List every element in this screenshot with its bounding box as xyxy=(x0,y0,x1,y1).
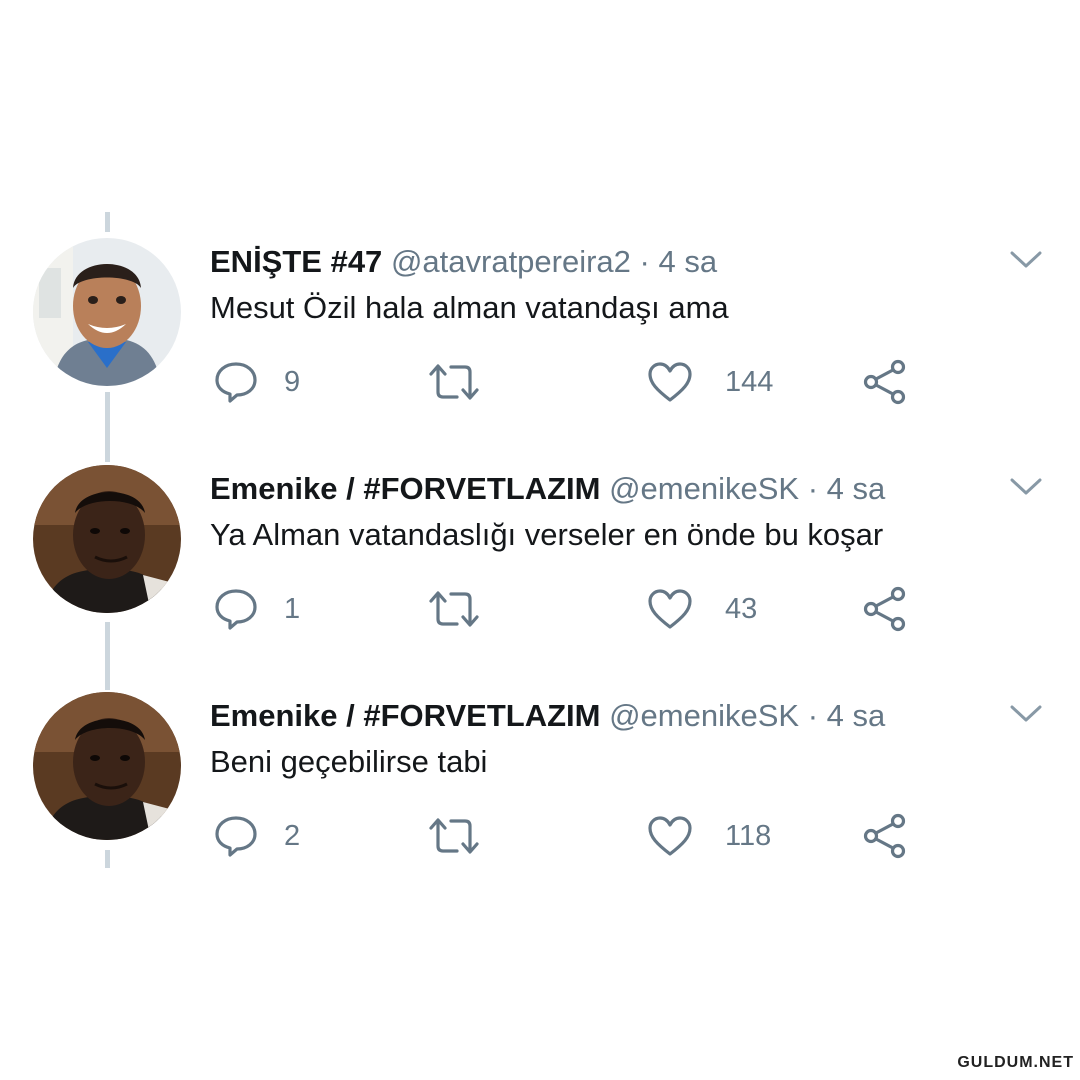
reply-count: 1 xyxy=(284,592,301,625)
timestamp[interactable]: 4 sa xyxy=(827,471,886,506)
tweet-actions: 1 43 xyxy=(214,585,934,633)
like-button[interactable]: 43 xyxy=(647,585,757,633)
reply-count: 9 xyxy=(284,365,301,398)
heart-icon xyxy=(647,361,693,403)
avatar[interactable] xyxy=(33,692,181,840)
timestamp[interactable]: 4 sa xyxy=(659,244,718,279)
reply-icon xyxy=(214,360,258,404)
reply-button[interactable]: 1 xyxy=(214,585,300,633)
chevron-down-icon[interactable] xyxy=(1008,475,1044,499)
share-icon xyxy=(862,813,908,859)
share-button[interactable] xyxy=(862,812,908,860)
reply-button[interactable]: 9 xyxy=(214,358,300,406)
tweet[interactable]: Emenike / #FORVETLAZIM @emenikeSK · 4 sa… xyxy=(0,465,1080,685)
watermark: GULDUM.NET xyxy=(957,1054,1074,1071)
share-button[interactable] xyxy=(862,358,908,406)
display-name[interactable]: Emenike / #FORVETLAZIM xyxy=(210,471,600,506)
tweet[interactable]: ENİŞTE #47 @atavratpereira2 · 4 sa Mesut… xyxy=(0,238,1080,458)
tweet-header: Emenike / #FORVETLAZIM @emenikeSK · 4 sa xyxy=(210,469,885,509)
share-icon xyxy=(862,359,908,405)
user-handle[interactable]: @atavratpereira2 xyxy=(391,244,631,279)
like-count: 43 xyxy=(725,592,758,625)
avatar[interactable] xyxy=(33,465,181,613)
retweet-button[interactable] xyxy=(427,812,513,860)
tweet-header: Emenike / #FORVETLAZIM @emenikeSK · 4 sa xyxy=(210,696,885,736)
timestamp[interactable]: 4 sa xyxy=(827,698,886,733)
heart-icon xyxy=(647,815,693,857)
thread-line xyxy=(105,212,110,232)
user-handle[interactable]: @emenikeSK xyxy=(609,471,799,506)
reply-icon xyxy=(214,814,258,858)
display-name[interactable]: ENİŞTE #47 xyxy=(210,244,382,279)
tweet-text: Mesut Özil hala alman vatandaşı ama xyxy=(210,290,729,325)
separator-dot: · xyxy=(807,471,819,506)
like-count: 144 xyxy=(725,365,774,398)
like-count: 118 xyxy=(725,819,772,852)
tweet-actions: 2 118 xyxy=(214,812,934,860)
display-name[interactable]: Emenike / #FORVETLAZIM xyxy=(210,698,600,733)
like-button[interactable]: 144 xyxy=(647,358,773,406)
chevron-down-icon[interactable] xyxy=(1008,248,1044,272)
chevron-down-icon[interactable] xyxy=(1008,702,1044,726)
retweet-icon xyxy=(427,362,481,402)
share-button[interactable] xyxy=(862,585,908,633)
tweet-text: Ya Alman vatandaslığı verseler en önde b… xyxy=(210,517,884,552)
heart-icon xyxy=(647,588,693,630)
tweet-text: Beni geçebilirse tabi xyxy=(210,744,488,779)
reply-count: 2 xyxy=(284,819,301,852)
avatar[interactable] xyxy=(33,238,181,386)
tweet-header: ENİŞTE #47 @atavratpereira2 · 4 sa xyxy=(210,242,717,282)
share-icon xyxy=(862,586,908,632)
like-button[interactable]: 118 xyxy=(647,812,771,860)
reply-button[interactable]: 2 xyxy=(214,812,300,860)
tweet[interactable]: Emenike / #FORVETLAZIM @emenikeSK · 4 sa… xyxy=(0,692,1080,912)
user-handle[interactable]: @emenikeSK xyxy=(609,698,799,733)
retweet-icon xyxy=(427,589,481,629)
retweet-icon xyxy=(427,816,481,856)
reply-icon xyxy=(214,587,258,631)
retweet-button[interactable] xyxy=(427,585,513,633)
separator-dot: · xyxy=(639,244,650,279)
separator-dot: · xyxy=(807,698,819,733)
retweet-button[interactable] xyxy=(427,358,513,406)
tweet-actions: 9 144 xyxy=(214,358,934,406)
